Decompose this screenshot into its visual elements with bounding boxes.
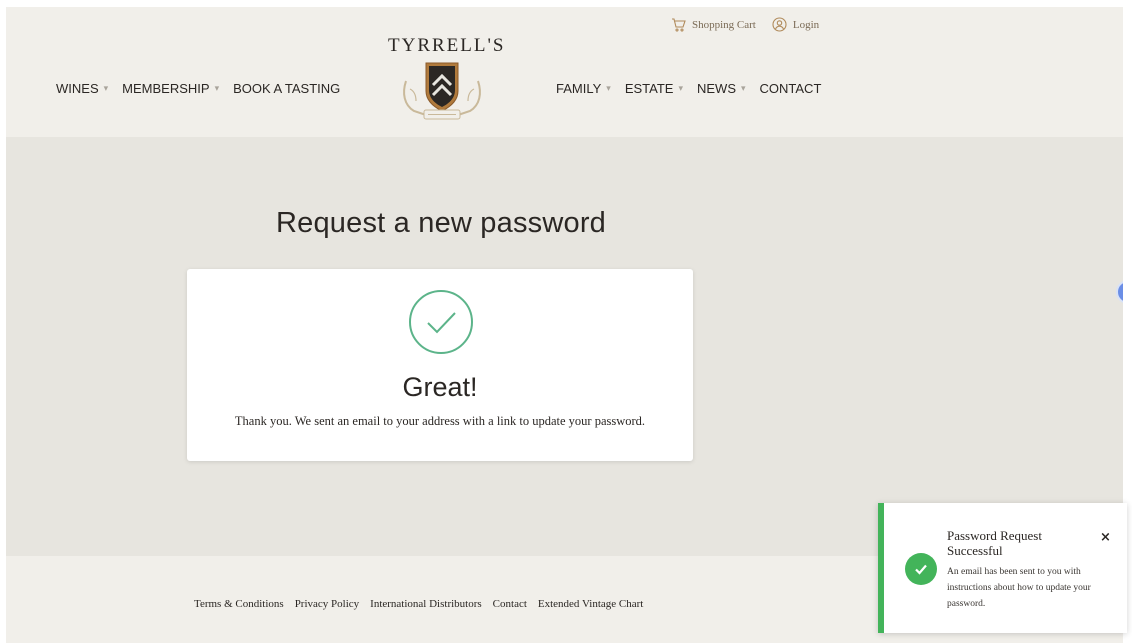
- nav-label: ESTATE: [624, 81, 674, 96]
- nav-item-estate[interactable]: ESTATE ▾: [625, 81, 683, 96]
- chevron-down-icon: ▾: [606, 83, 611, 93]
- crest-logo[interactable]: [400, 59, 484, 123]
- success-check-icon: [905, 553, 937, 585]
- brand-name[interactable]: TYRRELL'S: [388, 35, 505, 57]
- toast-message: An email has been sent to you with instr…: [947, 567, 1091, 609]
- chevron-down-icon: ▾: [214, 83, 220, 93]
- site-header: Shopping Cart Login TYRRELL'S WINES ▾ ME…: [6, 7, 1123, 137]
- primary-nav-right: FAMILY ▾ ESTATE ▾ NEWS ▾ CONTACT: [556, 81, 835, 96]
- nav-label: FAMILY: [556, 81, 602, 96]
- close-icon[interactable]: ×: [1100, 530, 1111, 545]
- user-icon: [772, 17, 787, 32]
- nav-label: NEWS: [696, 81, 736, 96]
- chevron-down-icon: ▾: [740, 83, 746, 93]
- nav-item-wines[interactable]: WINES ▾: [56, 81, 108, 96]
- footer-link-vintage-chart[interactable]: Extended Vintage Chart: [538, 598, 643, 610]
- main-content: Request a new password Great! Thank you.…: [6, 137, 1123, 556]
- footer-links: Terms & Conditions Privacy Policy Intern…: [194, 598, 643, 610]
- nav-label: CONTACT: [759, 81, 822, 96]
- chevron-down-icon: ▾: [678, 83, 683, 93]
- confirmation-card: Great! Thank you. We sent an email to yo…: [187, 269, 693, 461]
- nav-label: BOOK A TASTING: [233, 81, 341, 96]
- success-toast: Password Request Successful An email has…: [878, 503, 1127, 633]
- nav-item-membership[interactable]: MEMBERSHIP ▾: [122, 81, 219, 96]
- nav-label: WINES: [56, 81, 99, 96]
- cart-label: Shopping Cart: [692, 18, 756, 31]
- shopping-cart-link[interactable]: Shopping Cart: [671, 17, 756, 32]
- nav-label: MEMBERSHIP: [122, 81, 210, 96]
- page-title: Request a new password: [275, 207, 607, 239]
- cart-icon: [671, 17, 686, 32]
- nav-item-news[interactable]: NEWS ▾: [697, 81, 746, 96]
- chevron-down-icon: ▾: [103, 83, 109, 93]
- utility-bar: Shopping Cart Login: [671, 17, 819, 32]
- toast-title: Password Request Successful: [947, 528, 1042, 558]
- confirmation-heading: Great!: [402, 372, 478, 402]
- primary-nav-left: WINES ▾ MEMBERSHIP ▾ BOOK A TASTING: [56, 81, 354, 96]
- footer-link-contact[interactable]: Contact: [493, 598, 527, 610]
- footer-link-privacy[interactable]: Privacy Policy: [295, 598, 359, 610]
- login-link[interactable]: Login: [772, 17, 819, 32]
- confirmation-message: Thank you. We sent an email to your addr…: [234, 414, 646, 428]
- footer-link-distributors[interactable]: International Distributors: [370, 598, 482, 610]
- nav-item-family[interactable]: FAMILY ▾: [556, 81, 611, 96]
- check-circle-icon: [408, 289, 474, 355]
- nav-item-contact[interactable]: CONTACT: [760, 81, 822, 96]
- login-label: Login: [792, 18, 820, 31]
- nav-item-book-a-tasting[interactable]: BOOK A TASTING: [233, 81, 340, 96]
- footer-link-terms[interactable]: Terms & Conditions: [194, 598, 284, 610]
